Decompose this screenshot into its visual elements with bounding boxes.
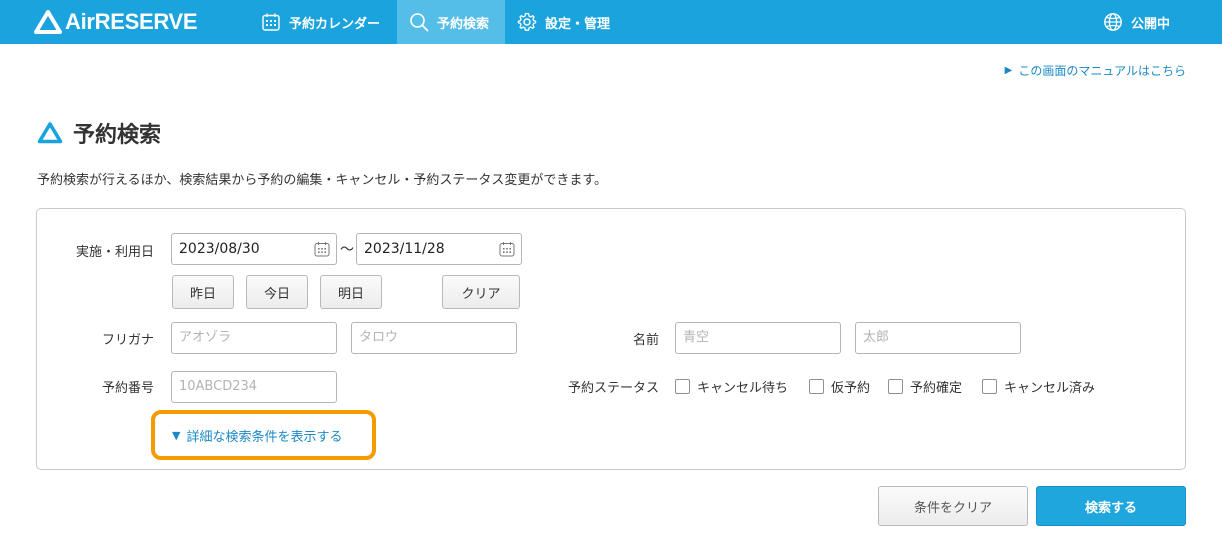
furigana-first-input[interactable]: タロウ (351, 322, 517, 354)
status-waitlist-checkbox[interactable]: キャンセル待ち (675, 377, 788, 396)
date-from-input[interactable]: 2023/08/30 (171, 233, 337, 265)
checkbox-box[interactable] (888, 379, 903, 394)
date-range-separator: 〜 (340, 242, 354, 258)
name-first-input[interactable]: 太郎 (855, 322, 1021, 354)
nav-settings[interactable]: 設定・管理 (505, 0, 622, 44)
status-option-label: 仮予約 (831, 381, 871, 396)
logo-triangle-icon (34, 10, 62, 34)
reservation-number-label: 予約番号 (101, 381, 154, 396)
advanced-toggle-label: 詳細な検索条件を表示する (186, 429, 343, 445)
search-icon (410, 13, 429, 32)
top-header: AirRESERVE 予約カレンダー 予約検索 設定・管理 公開中 (0, 0, 1222, 44)
globe-icon (1104, 13, 1122, 31)
date-to-value: 2023/11/28 (364, 241, 445, 257)
checkbox-box[interactable] (809, 379, 824, 394)
date-from-value: 2023/08/30 (179, 241, 260, 257)
manual-link-label: この画面のマニュアルはこちら (1018, 64, 1186, 78)
status-tentative-checkbox[interactable]: 仮予約 (809, 377, 870, 396)
status-option-label: 予約確定 (910, 381, 963, 396)
date-clear-button[interactable]: クリア (442, 275, 520, 309)
checkbox-box[interactable] (675, 379, 690, 394)
nav-search-label: 予約検索 (437, 16, 490, 32)
date-picker-icon[interactable] (499, 241, 515, 257)
status-confirmed-checkbox[interactable]: 予約確定 (888, 377, 962, 396)
nav-calendar-label: 予約カレンダー (289, 16, 381, 32)
calendar-icon (262, 13, 280, 31)
date-to-input[interactable]: 2023/11/28 (356, 233, 522, 265)
status-label: 予約ステータス (567, 381, 659, 396)
page-title: 予約検索 (37, 117, 161, 149)
furigana-label: フリガナ (101, 333, 154, 348)
reservation-number-input[interactable]: 10ABCD234 (171, 371, 337, 403)
status-option-label: キャンセル済み (1004, 381, 1096, 396)
status-option-label: キャンセル待ち (697, 381, 789, 396)
search-button[interactable]: 検索する (1036, 486, 1186, 526)
airreserve-logo[interactable]: AirRESERVE (34, 9, 198, 35)
nav-reservation-calendar[interactable]: 予約カレンダー (249, 0, 392, 44)
clear-conditions-button[interactable]: 条件をクリア (878, 486, 1028, 526)
tomorrow-button[interactable]: 明日 (320, 275, 382, 309)
checkbox-box[interactable] (982, 379, 997, 394)
date-label: 実施・利用日 (75, 245, 154, 260)
title-triangle-icon (37, 122, 63, 144)
play-triangle-icon: ▶ (1004, 65, 1013, 76)
yesterday-button[interactable]: 昨日 (172, 275, 234, 309)
manual-link[interactable]: ▶ この画面のマニュアルはこちら (1005, 62, 1186, 79)
furigana-last-input[interactable]: アオゾラ (171, 322, 337, 354)
public-status[interactable]: 公開中 (1091, 0, 1182, 44)
gear-icon (517, 12, 537, 31)
nav-reservation-search[interactable]: 予約検索 (397, 0, 505, 44)
public-status-label: 公開中 (1130, 16, 1170, 32)
date-picker-icon[interactable] (314, 241, 330, 257)
logo-text: AirRESERVE (65, 9, 198, 34)
today-button[interactable]: 今日 (246, 275, 308, 309)
nav-settings-label: 設定・管理 (545, 16, 611, 32)
name-last-input[interactable]: 青空 (675, 322, 841, 354)
page-title-text: 予約検索 (73, 123, 162, 148)
show-advanced-conditions-link[interactable]: ▼ 詳細な検索条件を表示する (151, 410, 376, 460)
page-description: 予約検索が行えるほか、検索結果から予約の編集・キャンセル・予約ステータス変更がで… (37, 173, 608, 188)
name-label: 名前 (632, 333, 659, 348)
status-cancelled-checkbox[interactable]: キャンセル済み (982, 377, 1095, 396)
triangle-down-icon: ▼ (172, 428, 181, 442)
